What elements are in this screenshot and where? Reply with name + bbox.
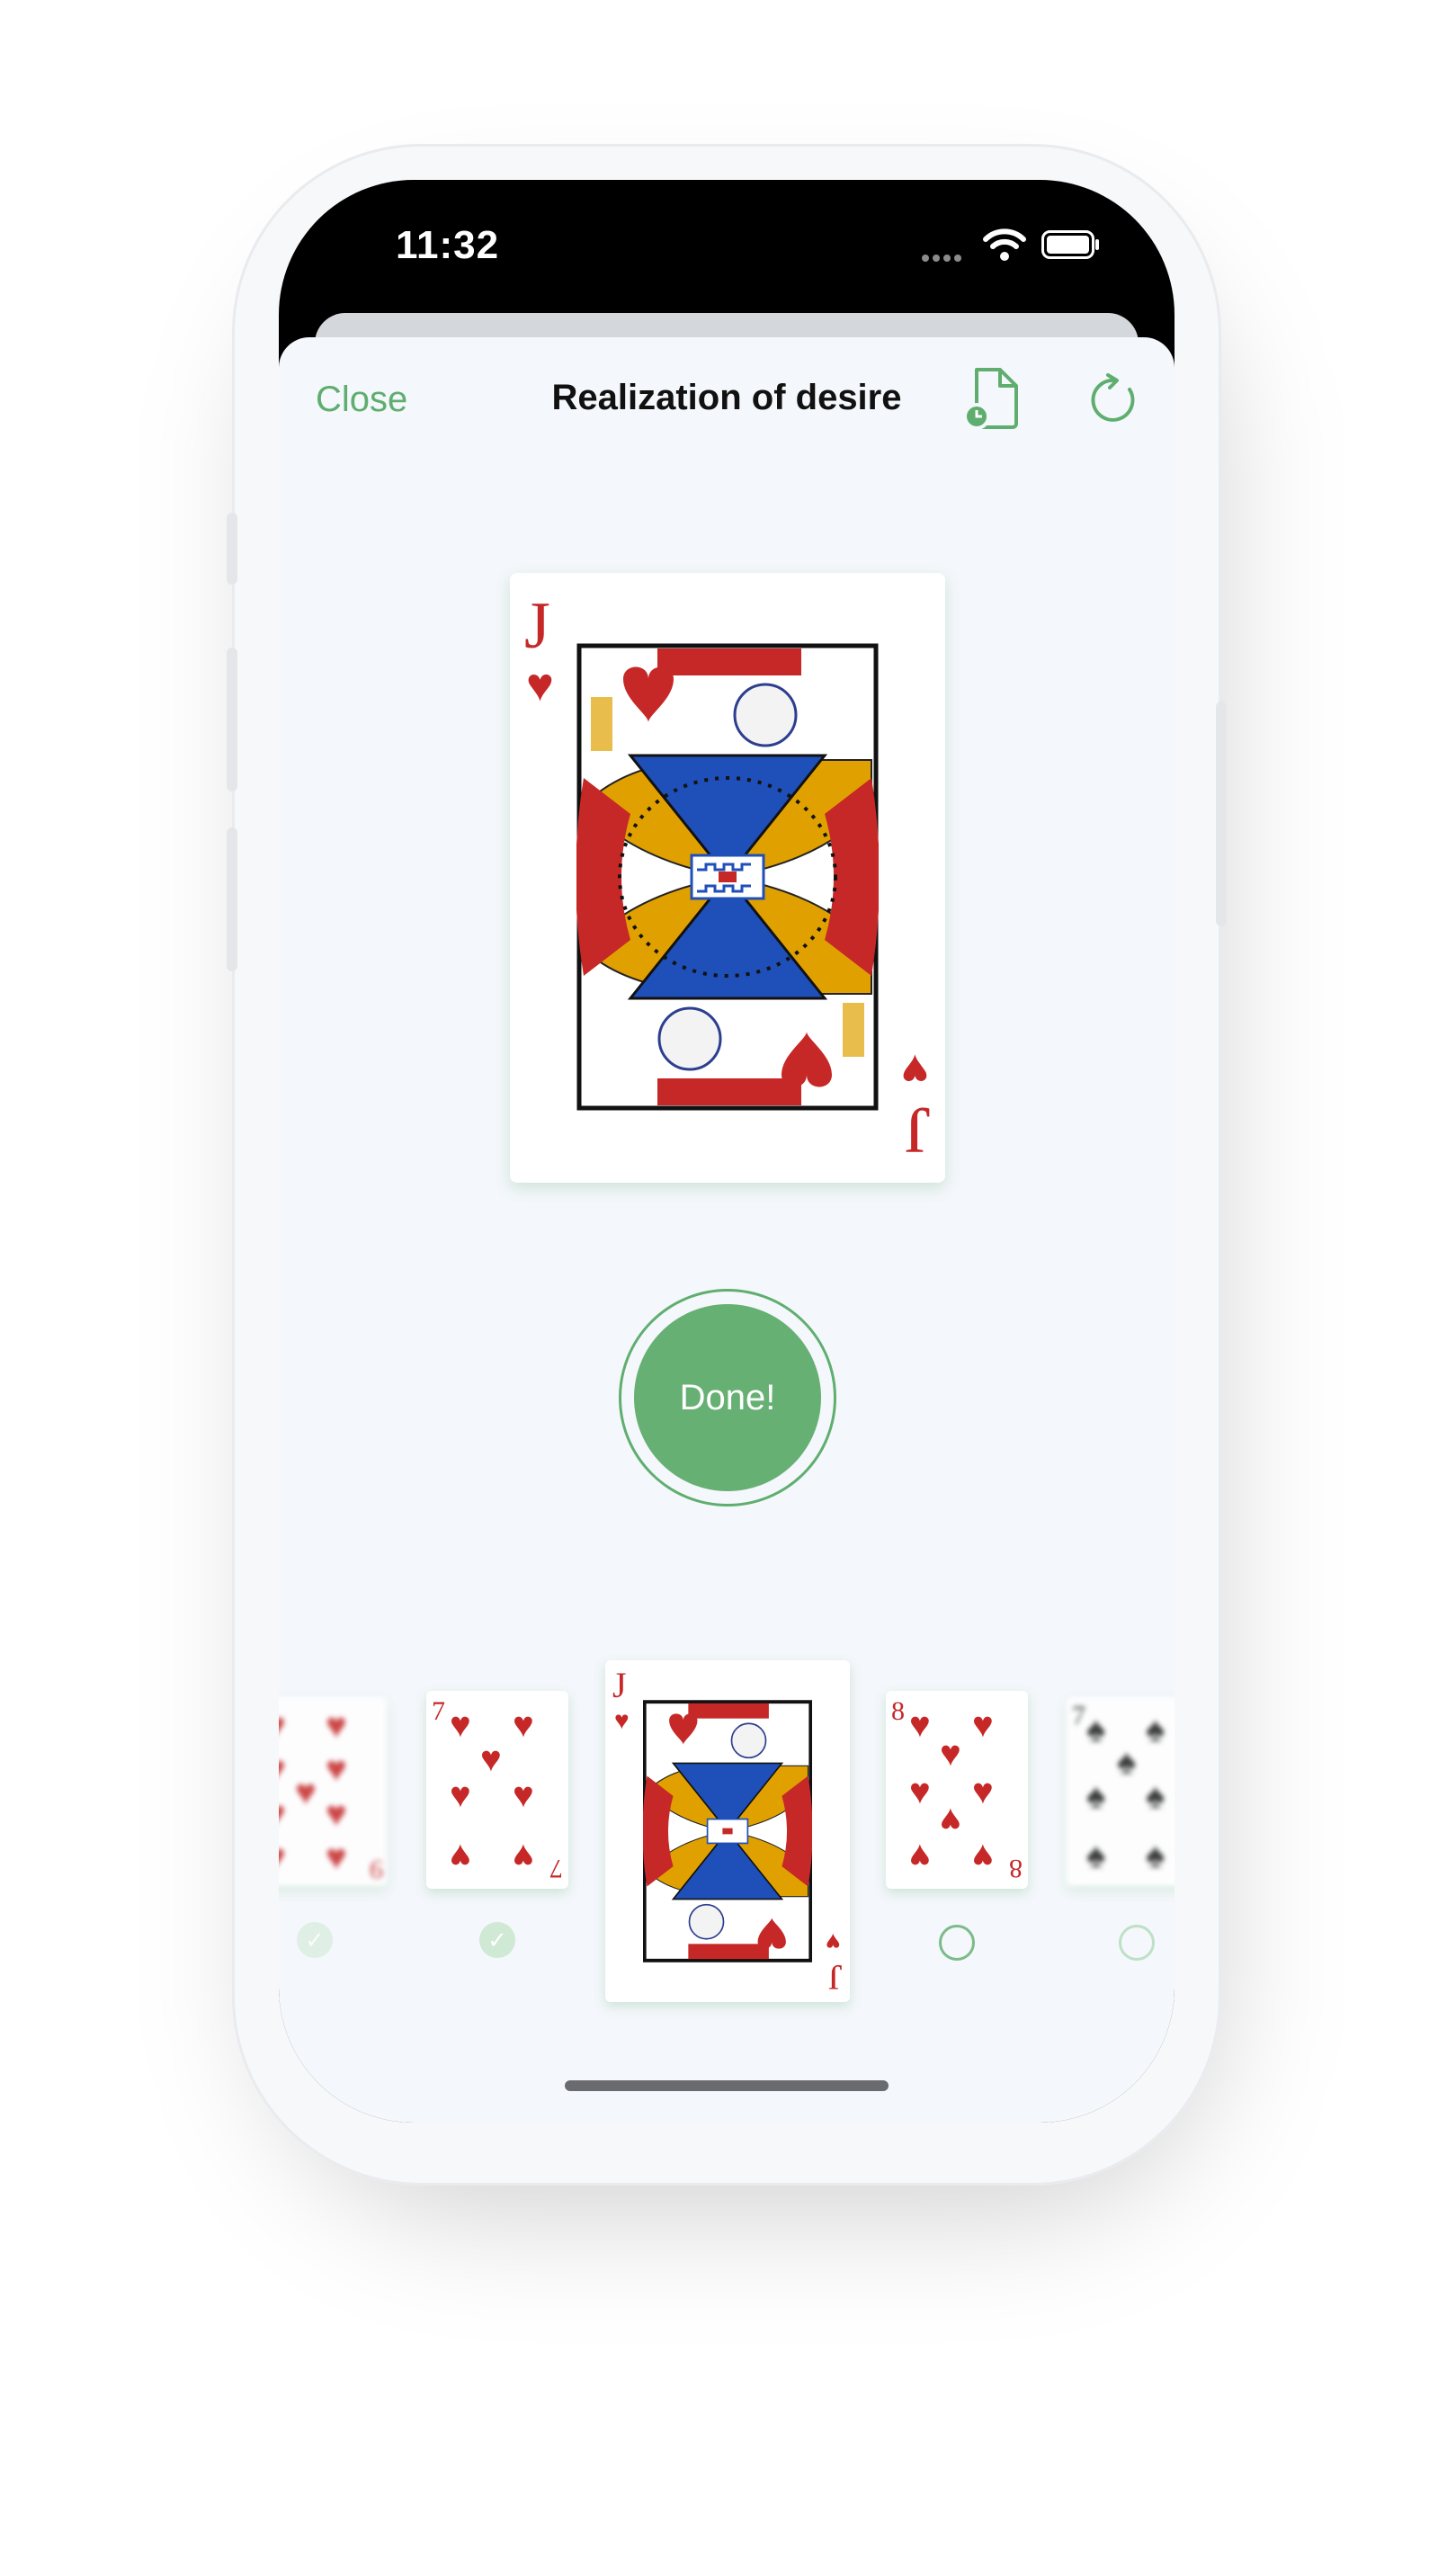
refresh-icon[interactable] xyxy=(1088,373,1142,427)
done-button[interactable]: Done! xyxy=(634,1304,821,1491)
card-suit-bottom: ♥ xyxy=(901,1044,929,1095)
phone-screen: 11:32 Close Realization of desire J ♥ J … xyxy=(279,180,1175,2123)
close-button[interactable]: Close xyxy=(316,380,407,420)
carousel-card[interactable]: 8 ♥ ♥ ♥ ♥ ♥ ♥ ♥ ♥ 8 xyxy=(886,1691,1028,1889)
carousel-card-rank: 7 xyxy=(1072,1701,1085,1730)
jack-of-hearts-face-icon xyxy=(643,1700,812,1962)
status-time: 11:32 xyxy=(396,223,500,267)
card-rank-top: J xyxy=(524,589,550,663)
carousel-card-suit: ♥ xyxy=(614,1707,630,1735)
current-card: J ♥ J ♥ xyxy=(510,573,945,1183)
power-button xyxy=(1216,702,1227,926)
volume-up-button xyxy=(227,648,237,791)
pending-circle-icon xyxy=(939,1925,975,1961)
jack-of-hearts-face-icon xyxy=(576,643,879,1111)
silent-switch xyxy=(227,513,237,585)
carousel-card-rank: J xyxy=(828,1957,843,1998)
card-suit-top: ♥ xyxy=(526,660,554,711)
carousel-card[interactable]: 7 ♥ ♥ ♥ ♥ ♥ ♥ ♥ 7 xyxy=(426,1691,568,1889)
home-indicator[interactable] xyxy=(565,2080,889,2091)
carousel-card-rank: 8 xyxy=(1009,1854,1023,1883)
carousel-card-suit: ♥ xyxy=(826,1927,841,1955)
check-icon: ✓ xyxy=(479,1922,515,1958)
wifi-icon xyxy=(983,228,1026,261)
check-icon: ✓ xyxy=(297,1922,333,1958)
carousel-card[interactable]: 7 ♠ ♠ ♠ ♠ ♠ ♠ ♠ xyxy=(1067,1697,1175,1886)
modal-sheet: Close Realization of desire J ♥ J ♥ Done… xyxy=(279,337,1175,2123)
battery-icon xyxy=(1041,230,1099,259)
card-rank-bottom: J xyxy=(905,1093,931,1167)
volume-down-button xyxy=(227,827,237,971)
pending-circle-icon xyxy=(1119,1925,1155,1961)
carousel-card-rank: 7 xyxy=(432,1696,445,1726)
carousel-card-selected[interactable]: J ♥ J ♥ xyxy=(605,1660,850,2002)
carousel-card[interactable]: ♥ ♥ ♥ ♥ ♥ ♥ ♥ ♥ ♥ 9 xyxy=(279,1697,387,1886)
page-title: Realization of desire xyxy=(551,378,902,417)
document-clock-icon[interactable] xyxy=(964,366,1023,431)
cellular-signal-icon xyxy=(922,250,965,266)
carousel-card-rank: 8 xyxy=(891,1696,905,1726)
carousel-card-rank: 7 xyxy=(549,1854,563,1883)
carousel-card-rank: J xyxy=(612,1665,627,1705)
carousel-card-rank: 9 xyxy=(370,1855,383,1884)
